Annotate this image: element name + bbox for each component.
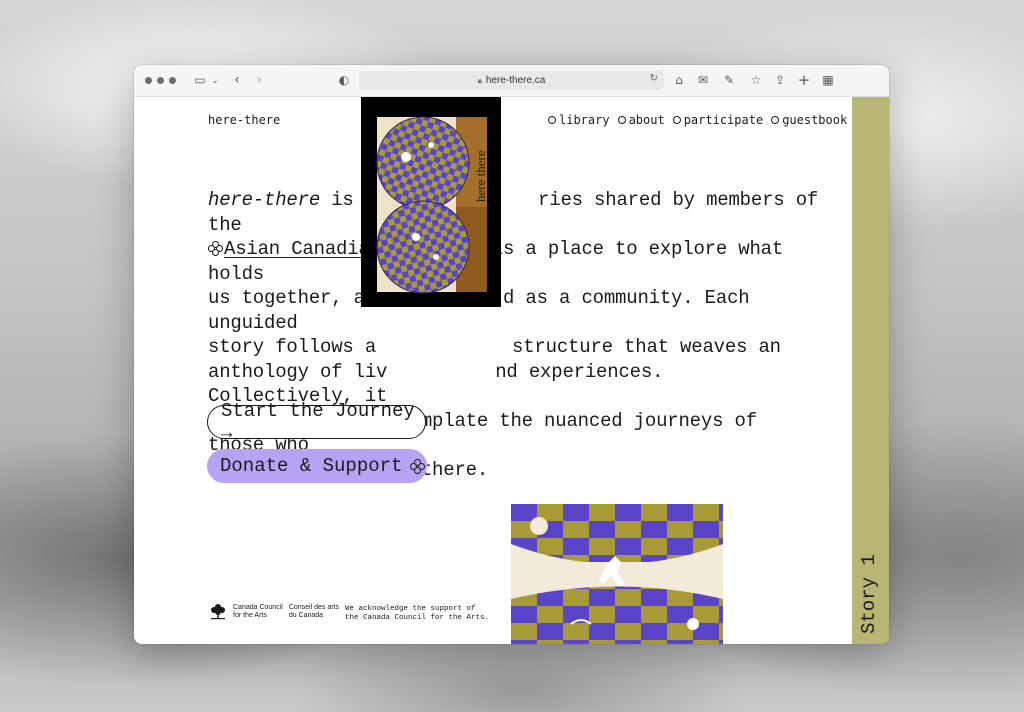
browser-window: ▭ ⌄ ‹ › ◐ 🔒︎ here-there.ca ↻ ⌂ ✉ ✎ ☆ ⇪ +… <box>134 65 889 644</box>
zoom-window-button[interactable] <box>169 77 176 84</box>
story-illustration <box>511 504 723 644</box>
intro-text: structure that weaves an <box>512 336 781 358</box>
intro-line-1: here-there is a ries shared by members of… <box>208 188 820 237</box>
reload-icon[interactable]: ↻ <box>650 73 658 84</box>
chevron-down-icon[interactable]: ⌄ <box>207 72 223 88</box>
acknowledgement-text: We acknowledge the support of the Canada… <box>345 605 495 622</box>
sponsor-text: Conseil des arts <box>288 604 340 611</box>
story-side-strip[interactable]: Story 1 <box>852 97 889 644</box>
story-label: Story 1 <box>858 554 880 634</box>
canada-council-logo: Canada Council for the Arts Conseil des … <box>209 602 339 622</box>
donate-label: Donate & Support <box>220 455 403 477</box>
nav-participate[interactable]: participate <box>672 113 764 127</box>
circle-bullet-icon <box>771 116 780 124</box>
flower-cluster-icon <box>208 241 223 256</box>
bookmark-star-icon[interactable]: ☆ <box>748 72 764 88</box>
site-logo-text[interactable]: here-there <box>208 113 280 127</box>
illustration-artwork <box>511 504 723 644</box>
forward-icon[interactable]: › <box>251 72 267 88</box>
main-nav: library about participate guestbook <box>548 113 847 127</box>
nav-library[interactable]: library <box>548 113 610 127</box>
url-text: here-there.ca <box>485 75 546 86</box>
sponsor-text: Canada Council <box>233 604 283 611</box>
intro-text: anthology of liv <box>208 360 388 383</box>
tab-overview-icon[interactable]: ▦ <box>820 72 836 88</box>
start-journey-button[interactable]: Start the Journey → <box>207 400 426 444</box>
nav-guestbook[interactable]: guestbook <box>771 113 847 127</box>
canada-council-emblem-icon <box>211 604 225 620</box>
poster-title: here there <box>473 150 488 202</box>
sponsor-fr: Conseil des arts du Canada <box>289 604 339 620</box>
circle-bullet-icon <box>548 116 556 124</box>
back-icon[interactable]: ‹ <box>229 72 245 88</box>
web-page: here-there library about participate gue… <box>134 97 889 644</box>
nav-label: participate <box>683 113 764 127</box>
browser-toolbar: ▭ ⌄ ‹ › ◐ 🔒︎ here-there.ca ↻ ⌂ ✉ ✎ ☆ ⇪ +… <box>134 65 889 97</box>
nav-label: guestbook <box>782 113 848 127</box>
intro-line-2: Asian Canadian is a place to explore what… <box>208 237 820 286</box>
circle-bullet-icon <box>672 116 681 124</box>
intro-text: us together, as <box>208 287 377 309</box>
notes-icon[interactable]: ✎ <box>721 72 737 88</box>
lock-icon: 🔒︎ <box>477 75 482 85</box>
privacy-shield-icon[interactable]: ◐ <box>336 72 352 88</box>
new-tab-icon[interactable]: + <box>796 71 812 89</box>
minimize-window-button[interactable] <box>157 77 164 84</box>
sponsor-en: Canada Council for the Arts <box>233 604 283 620</box>
home-icon[interactable]: ⌂ <box>671 72 687 88</box>
donate-support-button[interactable]: Donate & Support <box>207 449 427 483</box>
flower-cluster-icon <box>410 459 426 474</box>
share-icon[interactable]: ⇪ <box>772 72 788 88</box>
intro-line-3: us together, as d as a community. Each un… <box>208 286 820 335</box>
sidebar-icon[interactable]: ▭ <box>192 72 208 88</box>
nav-label: library <box>559 113 610 127</box>
ack-line: We acknowledge the support of <box>345 605 476 613</box>
intro-title: here-there <box>208 189 321 211</box>
nav-about[interactable]: about <box>617 113 665 127</box>
mail-icon[interactable]: ✉ <box>695 72 711 88</box>
address-bar[interactable]: 🔒︎ here-there.ca ↻ <box>359 71 664 90</box>
poster-image: here there <box>361 97 501 307</box>
close-window-button[interactable] <box>145 77 152 84</box>
window-controls <box>145 77 176 84</box>
ack-line: the Canada Council for the Arts. <box>345 613 490 622</box>
nav-label: about <box>628 113 665 127</box>
sponsor-text: du Canada <box>288 612 324 619</box>
intro-text: story follows a <box>208 336 377 358</box>
poster-artwork <box>376 116 487 294</box>
circle-bullet-icon <box>617 116 626 124</box>
sponsor-text: for the Arts <box>233 612 267 619</box>
asian-canadian-link[interactable]: Asian Canadian <box>224 238 381 260</box>
intro-line-4: story follows a structure that weaves an <box>208 335 820 360</box>
